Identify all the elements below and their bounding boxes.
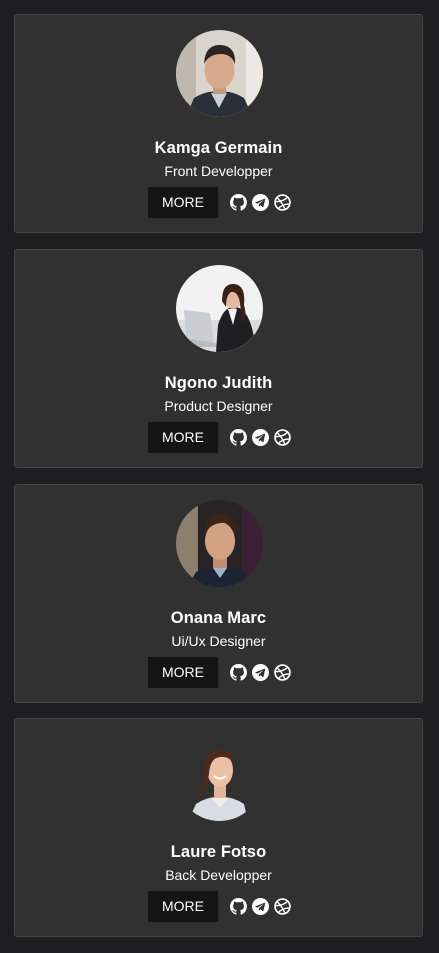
github-icon[interactable] <box>230 664 247 681</box>
member-name: Ngono Judith <box>164 374 273 392</box>
dribbble-icon[interactable] <box>274 664 291 681</box>
member-name: Kamga Germain <box>154 139 283 157</box>
github-icon[interactable] <box>230 194 247 211</box>
avatar <box>176 265 263 352</box>
member-role: Ui/Ux Designer <box>171 633 266 649</box>
github-icon[interactable] <box>230 429 247 446</box>
telegram-icon[interactable] <box>252 194 269 211</box>
telegram-icon[interactable] <box>252 898 269 915</box>
avatar <box>176 30 263 117</box>
member-name: Laure Fotso <box>170 843 267 861</box>
dribbble-icon[interactable] <box>274 429 291 446</box>
telegram-icon[interactable] <box>252 664 269 681</box>
more-button[interactable]: MORE <box>148 657 218 688</box>
more-button[interactable]: MORE <box>148 422 218 453</box>
github-icon[interactable] <box>230 898 247 915</box>
member-role: Front Developper <box>164 163 273 179</box>
team-card: Laure Fotso Back Developper MORE <box>14 718 423 937</box>
more-button[interactable]: MORE <box>148 187 218 218</box>
dribbble-icon[interactable] <box>274 898 291 915</box>
telegram-icon[interactable] <box>252 429 269 446</box>
dribbble-icon[interactable] <box>274 194 291 211</box>
member-name: Onana Marc <box>170 609 267 627</box>
member-role: Back Developper <box>165 867 272 883</box>
team-card: Kamga Germain Front Developper MORE <box>14 14 423 233</box>
team-card: Ngono Judith Product Designer MORE <box>14 249 423 468</box>
member-role: Product Designer <box>164 398 273 414</box>
avatar <box>176 734 263 821</box>
avatar <box>176 500 263 587</box>
team-card: Onana Marc Ui/Ux Designer MORE <box>14 484 423 703</box>
more-button[interactable]: MORE <box>148 891 218 922</box>
